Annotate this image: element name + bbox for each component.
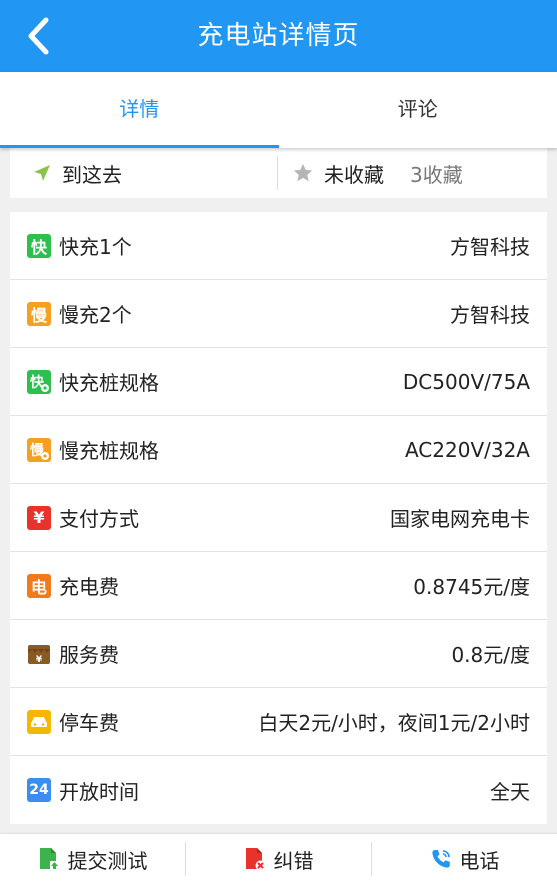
submit-test-label: 提交测试 (67, 848, 148, 873)
bottom-action-bar: 提交测试 纠错 电话 (0, 834, 557, 884)
list-item-charging-fee: 电 充电费 0.8745元/度 (10, 552, 547, 620)
navigation-arrow-icon (34, 165, 50, 181)
electricity-icon: 电 (27, 573, 51, 598)
tab-details[interactable]: 详情 (0, 72, 279, 148)
item-label: 停车费 (59, 711, 119, 735)
item-value: 0.8元/度 (451, 643, 530, 667)
fast-charge-icon: 快 (27, 233, 51, 258)
item-label: 服务费 (59, 643, 119, 667)
report-error-label: 纠错 (273, 848, 314, 873)
item-label: 支付方式 (59, 507, 139, 531)
slow-charge-icon: 慢 (27, 301, 51, 326)
item-label: 充电费 (59, 575, 119, 599)
svg-text:¥: ¥ (36, 655, 43, 665)
app-header: 充电站详情页 (0, 0, 557, 72)
item-label: 快充桩规格 (59, 371, 159, 395)
action-card: 到这去 未收藏 3收藏 (10, 148, 547, 198)
list-item-service-fee: ¥ 服务费 0.8元/度 (10, 620, 547, 688)
list-item-fast-spec: 快 快充桩规格 DC500V/75A (10, 348, 547, 416)
document-error-icon (245, 848, 265, 871)
phone-label: 电话 (459, 848, 500, 873)
tab-comments[interactable]: 评论 (279, 72, 557, 148)
clock-24-icon: 24 (27, 778, 51, 802)
service-fee-icon: ¥ (27, 642, 51, 666)
list-item-payment: ¥ 支付方式 国家电网充电卡 (10, 484, 547, 552)
item-label: 慢充2个 (59, 303, 132, 327)
tab-bar: 详情 评论 (0, 72, 557, 148)
item-value: 国家电网充电卡 (390, 507, 530, 531)
item-label: 快充1个 (59, 235, 132, 259)
yuan-icon: ¥ (27, 505, 51, 530)
item-value: 0.8745元/度 (413, 575, 530, 599)
car-icon (27, 709, 51, 734)
item-value: AC220V/32A (404, 437, 530, 462)
list-item-slow-charge: 慢 慢充2个 方智科技 (10, 280, 547, 348)
page-title: 充电站详情页 (197, 21, 360, 51)
list-item-slow-spec: 慢 慢充桩规格 AC220V/32A (10, 416, 547, 484)
slow-spec-icon: 慢 (27, 437, 51, 462)
item-value: 方智科技 (450, 235, 530, 259)
navigate-button[interactable]: 到这去 (10, 156, 278, 190)
item-value: 白天2元/小时，夜间1元/2小时 (258, 711, 530, 735)
item-label: 开放时间 (59, 779, 139, 804)
item-value: 方智科技 (450, 303, 530, 327)
report-error-button[interactable]: 纠错 (185, 842, 371, 876)
item-value: DC500V/75A (402, 369, 530, 394)
favorite-button[interactable]: 未收藏 3收藏 (278, 159, 463, 188)
document-upload-icon (39, 848, 59, 870)
list-item-fast-charge: 快 快充1个 方智科技 (10, 212, 547, 280)
phone-icon (431, 850, 450, 868)
item-value: 全天 (490, 779, 530, 804)
favorite-count: 3收藏 (410, 162, 463, 187)
submit-test-button[interactable]: 提交测试 (0, 842, 185, 876)
details-list: 快 快充1个 方智科技 慢 慢充2个 方智科技 快 快充桩规格 DC500V/7… (10, 212, 547, 824)
favorite-label: 未收藏 (324, 162, 384, 187)
fast-spec-icon: 快 (27, 369, 51, 394)
list-item-open-hours: 24 开放时间 全天 (10, 756, 547, 824)
star-icon (293, 163, 313, 182)
list-item-parking-fee: 停车费 白天2元/小时，夜间1元/2小时 (10, 688, 547, 756)
navigate-label: 到这去 (62, 162, 122, 187)
item-label: 慢充桩规格 (59, 439, 159, 463)
phone-button[interactable]: 电话 (371, 842, 557, 876)
